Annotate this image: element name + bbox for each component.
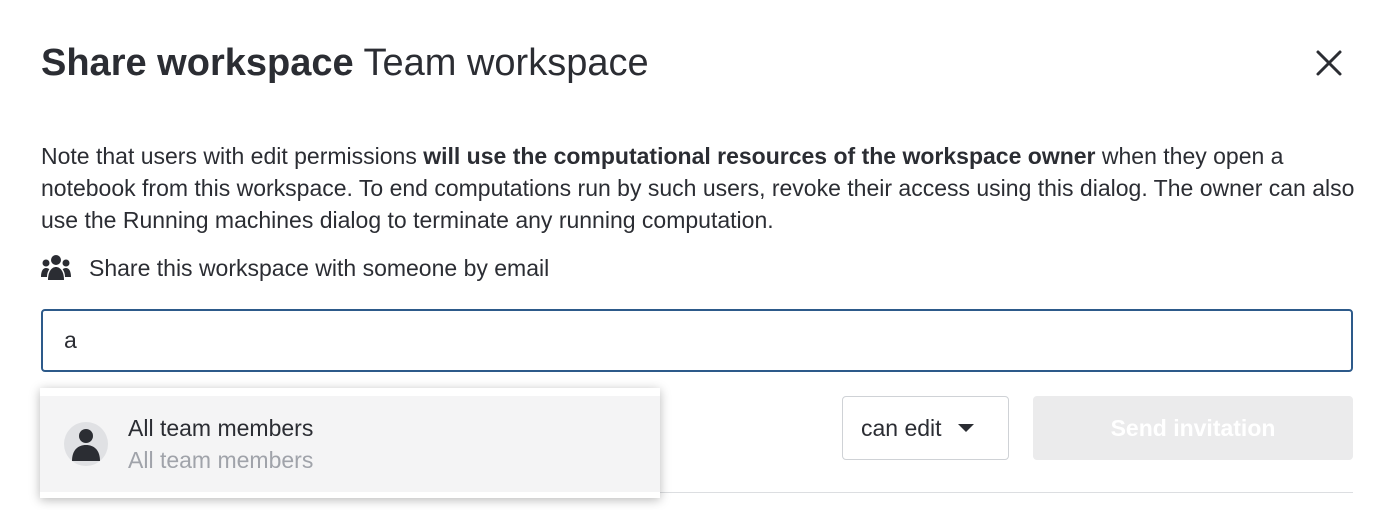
suggestion-item[interactable]: All team members All team members	[40, 396, 660, 492]
note-text-start: Note that users with edit permissions	[41, 143, 424, 169]
dialog-title: Share workspace Team workspace	[41, 38, 649, 88]
send-invitation-button[interactable]: Send invitation	[1033, 396, 1353, 460]
close-button[interactable]	[1308, 42, 1350, 84]
share-workspace-dialog: Share workspace Team workspace Note that…	[0, 0, 1388, 510]
users-icon	[41, 253, 71, 283]
permission-select[interactable]: can edit	[842, 396, 1009, 460]
share-by-email-label: Share this workspace with someone by ema…	[41, 252, 549, 284]
close-icon	[1316, 50, 1342, 76]
suggestion-text: All team members All team members	[128, 412, 313, 476]
caret-down-icon	[957, 424, 974, 432]
divider	[660, 492, 1353, 493]
suggestion-title: All team members	[128, 415, 314, 441]
suggestions-dropdown: All team members All team members	[40, 388, 660, 498]
email-input[interactable]	[41, 309, 1353, 372]
dialog-title-workspace-name: Team workspace	[363, 42, 649, 84]
permission-selected-value: can edit	[861, 414, 942, 441]
user-avatar-icon	[64, 422, 108, 466]
suggestion-subtitle: All team members	[128, 447, 314, 473]
note-text-emphasis: will use the computational resources of …	[423, 143, 1096, 169]
edit-permissions-note: Note that users with edit permissions wi…	[41, 140, 1361, 236]
dialog-title-action: Share workspace	[41, 42, 354, 84]
share-label-text: Share this workspace with someone by ema…	[89, 255, 550, 281]
